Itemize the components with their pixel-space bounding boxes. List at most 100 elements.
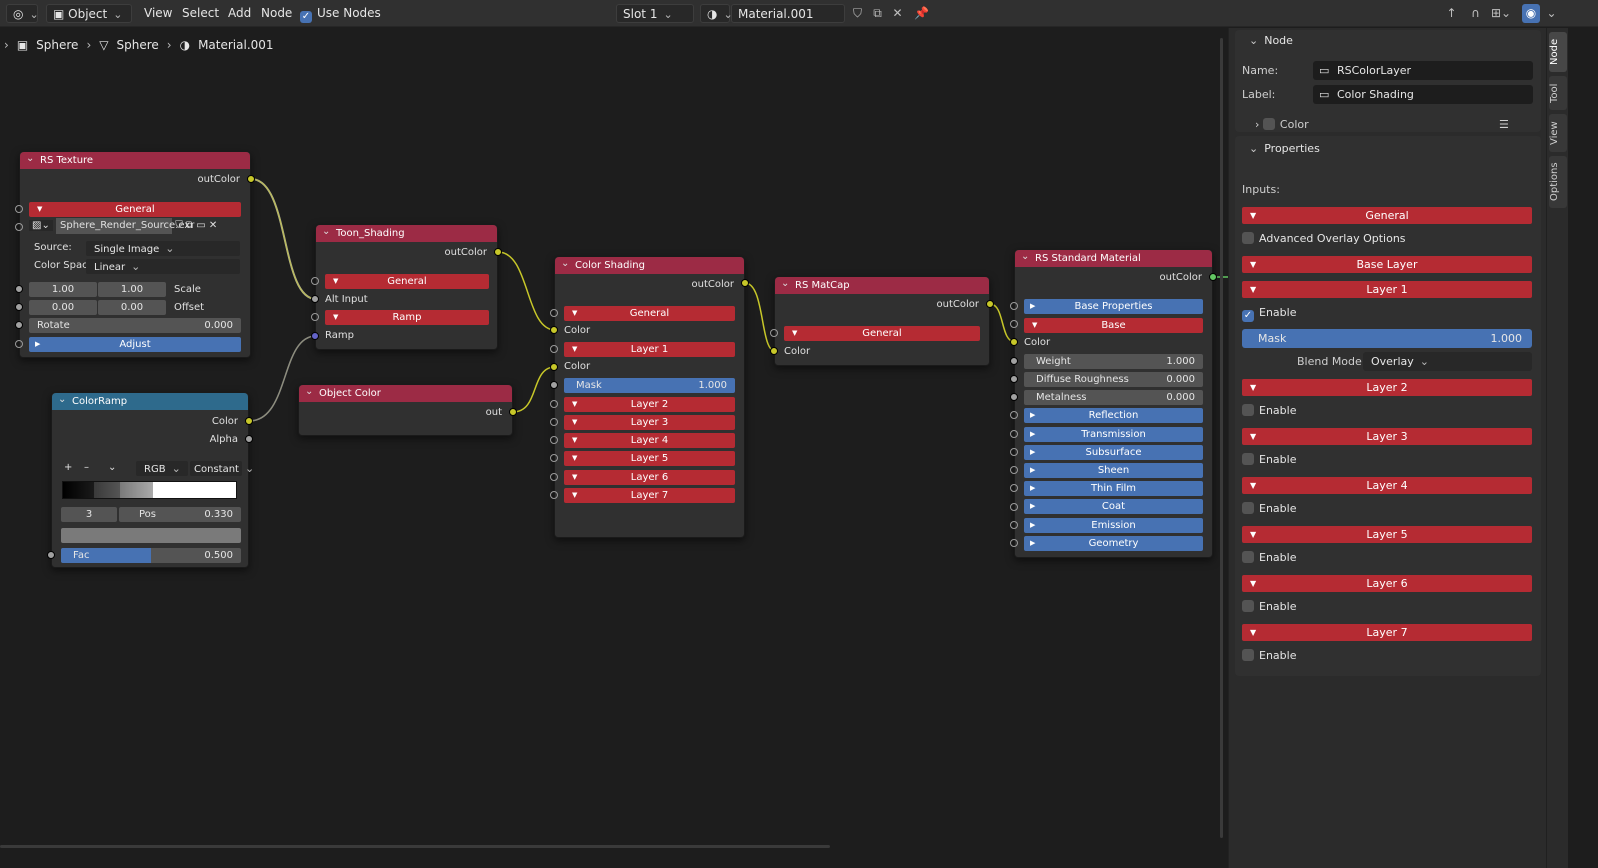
overlays-dropdown-chevron-icon[interactable]: ⌄ [1542, 4, 1561, 23]
layer-7-enable-checkbox[interactable] [1242, 649, 1254, 661]
input-socket[interactable] [550, 363, 558, 371]
snap-icon[interactable]: ∩ [1466, 4, 1485, 23]
panel-layer-2[interactable]: Layer 2 [1242, 379, 1532, 396]
color-toggle-row[interactable]: › Color [1255, 118, 1309, 131]
color-ramp-gradient[interactable] [62, 481, 237, 499]
fake-user-shield-icon[interactable]: ⛉ [848, 4, 867, 23]
vertical-scrollbar[interactable] [1220, 38, 1223, 838]
panel-geometry[interactable]: Geometry [1024, 536, 1203, 551]
duplicate-material-icon[interactable]: ⧉ [868, 4, 887, 23]
layer-1-enable-toggle[interactable]: ✓ Enable [1242, 306, 1296, 322]
node-title[interactable]: RS Standard Material [1015, 248, 1212, 267]
rs-matcap-node[interactable]: RS MatCap outColor General Color [774, 275, 990, 366]
tab-view[interactable]: View [1549, 114, 1567, 152]
input-socket[interactable] [311, 313, 319, 321]
panel-transmission[interactable]: Transmission [1024, 427, 1203, 442]
layer-2-enable-checkbox[interactable] [1242, 404, 1254, 416]
layer-6-enable-toggle[interactable]: Enable [1242, 600, 1296, 613]
diffuse-roughness-field[interactable]: Diffuse Roughness 0.000 [1024, 372, 1203, 387]
material-browse-button[interactable]: ◑ [700, 4, 730, 23]
panel-thin-film[interactable]: Thin Film [1024, 481, 1203, 496]
panel-layer-1[interactable]: Layer 1 [564, 342, 735, 357]
tab-options[interactable]: Options [1549, 156, 1567, 208]
panel-layer-6[interactable]: Layer 6 [564, 470, 735, 485]
input-socket[interactable] [550, 473, 558, 481]
mask-slider[interactable]: Mask 1.000 [1242, 329, 1532, 348]
output-socket[interactable] [494, 248, 502, 256]
input-socket[interactable] [550, 418, 558, 426]
slot-dropdown[interactable]: Slot 1 [616, 4, 694, 23]
input-socket[interactable] [1010, 338, 1018, 346]
duplicate-image-icon[interactable]: ⧉ [186, 220, 193, 231]
color-shading-node[interactable]: Color Shading outColor General Color Lay… [554, 255, 745, 538]
menu-select[interactable]: Select [182, 4, 219, 23]
input-socket[interactable] [311, 332, 319, 340]
panel-emission[interactable]: Emission [1024, 518, 1203, 533]
input-socket[interactable] [550, 381, 558, 389]
input-socket[interactable] [1010, 503, 1018, 511]
panel-layer-3[interactable]: Layer 3 [564, 415, 735, 430]
panel-layer-4[interactable]: Layer 4 [1242, 477, 1532, 494]
advanced-overlay-checkbox[interactable] [1242, 232, 1254, 244]
node-title[interactable]: RS MatCap [775, 275, 989, 294]
output-socket[interactable] [986, 300, 994, 308]
scale-x-field[interactable]: 1.00 [29, 282, 97, 297]
panel-base-layer[interactable]: Base Layer [1242, 256, 1532, 273]
advanced-overlay-toggle[interactable]: Advanced Overlay Options [1242, 232, 1406, 245]
layer-4-enable-toggle[interactable]: Enable [1242, 502, 1296, 515]
input-socket[interactable] [15, 303, 23, 311]
panel-layer-1[interactable]: Layer 1 [1242, 281, 1532, 298]
node-label-field[interactable]: ▭ Color Shading [1313, 85, 1533, 104]
mask-slider[interactable]: Mask 1.000 [564, 378, 735, 393]
panel-general[interactable]: General [325, 274, 489, 289]
overlays-icon[interactable]: ◉ [1522, 4, 1540, 23]
input-socket[interactable] [770, 329, 778, 337]
input-socket[interactable] [15, 321, 23, 329]
output-socket[interactable] [247, 175, 255, 183]
fac-slider[interactable]: Fac 0.500 [61, 548, 241, 563]
layer-4-enable-checkbox[interactable] [1242, 502, 1254, 514]
input-socket[interactable] [1010, 357, 1018, 365]
toon-shading-node[interactable]: Toon_Shading outColor General Alt Input … [315, 223, 498, 350]
input-socket[interactable] [1010, 484, 1018, 492]
input-socket[interactable] [1010, 466, 1018, 474]
output-socket[interactable] [245, 435, 253, 443]
input-socket[interactable] [1010, 320, 1018, 328]
panel-general[interactable]: General [564, 306, 735, 321]
panel-base[interactable]: Base [1024, 318, 1203, 333]
node-editor-canvas[interactable]: › ▣ Sphere › ▽ Sphere › ◑ Material.001 R… [0, 28, 1228, 868]
input-socket[interactable] [1010, 448, 1018, 456]
blend-mode-dropdown[interactable]: Overlay [1363, 352, 1532, 371]
use-nodes-toggle[interactable]: ✓ Use Nodes [300, 4, 381, 23]
layer-3-enable-checkbox[interactable] [1242, 453, 1254, 465]
layer-6-enable-checkbox[interactable] [1242, 600, 1254, 612]
layer-2-enable-toggle[interactable]: Enable [1242, 404, 1296, 417]
input-socket[interactable] [550, 436, 558, 444]
panel-layer-3[interactable]: Layer 3 [1242, 428, 1532, 445]
color-presets-list-icon[interactable]: ☰ [1499, 118, 1509, 131]
input-socket[interactable] [15, 205, 23, 213]
unlink-material-icon[interactable]: ✕ [888, 4, 907, 23]
node-title[interactable]: Color Shading [555, 255, 744, 274]
colorspace-dropdown[interactable]: Linear [86, 259, 240, 274]
input-socket[interactable] [1010, 430, 1018, 438]
panel-subsurface[interactable]: Subsurface [1024, 445, 1203, 460]
use-nodes-checkbox[interactable]: ✓ [300, 11, 312, 23]
input-socket[interactable] [550, 454, 558, 462]
input-socket[interactable] [550, 309, 558, 317]
input-socket[interactable] [15, 340, 23, 348]
input-socket[interactable] [15, 223, 23, 231]
menu-node[interactable]: Node [261, 4, 292, 23]
output-socket[interactable] [245, 417, 253, 425]
node-title[interactable]: ColorRamp [52, 391, 248, 410]
panel-layer-5[interactable]: Layer 5 [564, 451, 735, 466]
input-socket[interactable] [1010, 539, 1018, 547]
node-title[interactable]: RS Texture [20, 150, 250, 169]
panel-reflection[interactable]: Reflection [1024, 408, 1203, 423]
weight-field[interactable]: Weight 1.000 [1024, 354, 1203, 369]
pin-icon[interactable]: 📌 [912, 4, 931, 23]
panel-layer-7[interactable]: Layer 7 [1242, 624, 1532, 641]
input-socket[interactable] [1010, 411, 1018, 419]
remove-stop-button[interactable]: – [84, 460, 89, 476]
input-socket[interactable] [47, 551, 55, 559]
